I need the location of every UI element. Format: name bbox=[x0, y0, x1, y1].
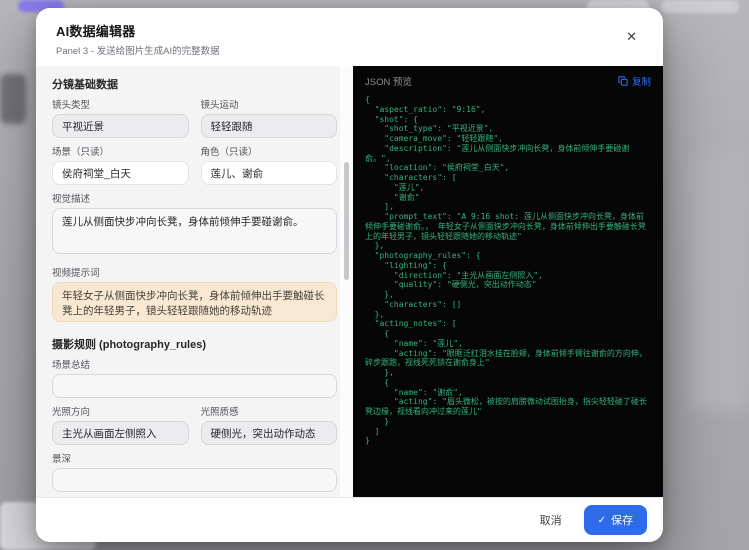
dialog-header: AI数据编辑器 Panel 3 - 发送给图片生成AI的完整数据 ✕ bbox=[36, 8, 663, 66]
camera-move-input[interactable] bbox=[201, 114, 338, 138]
visual-description-textarea[interactable]: 莲儿从侧面快步冲向长凳，身体前倾伸手要碰谢俞。 bbox=[52, 208, 337, 254]
save-button[interactable]: ✓ 保存 bbox=[584, 505, 647, 535]
dialog-footer: 取消 ✓ 保存 bbox=[36, 497, 663, 542]
scene-readonly-input bbox=[52, 161, 189, 185]
copy-json-button[interactable]: 复制 bbox=[618, 74, 651, 88]
light-quality-input[interactable] bbox=[201, 421, 338, 445]
scene-label: 场景（只读） bbox=[52, 147, 189, 158]
depth-of-field-input[interactable] bbox=[52, 468, 337, 492]
json-preview-title: JSON 预览 bbox=[365, 74, 412, 88]
json-preview-content: { "aspect_ratio": "9:16", "shot": { "sho… bbox=[365, 95, 651, 446]
scene-summary-input[interactable] bbox=[52, 374, 337, 398]
depth-of-field-label: 景深 bbox=[52, 454, 337, 465]
backdrop-blurred-toolbar bbox=[661, 0, 739, 13]
close-button[interactable]: ✕ bbox=[622, 26, 641, 47]
light-direction-input[interactable] bbox=[52, 421, 189, 445]
storyboard-form-panel: 分镜基础数据 镜头类型 镜头运动 场景（只读） 角色（只读） bbox=[36, 66, 353, 497]
backdrop-blurred-block bbox=[691, 150, 749, 410]
check-icon: ✓ bbox=[598, 515, 606, 526]
close-icon: ✕ bbox=[626, 29, 637, 44]
characters-label: 角色（只读） bbox=[201, 147, 338, 158]
copy-icon bbox=[618, 76, 628, 86]
scene-summary-label: 场景总结 bbox=[52, 360, 337, 371]
ai-data-editor-dialog: AI数据编辑器 Panel 3 - 发送给图片生成AI的完整数据 ✕ 分镜基础数… bbox=[36, 8, 663, 542]
shot-type-input[interactable] bbox=[52, 114, 189, 138]
copy-button-label: 复制 bbox=[632, 74, 651, 88]
visual-description-label: 视觉描述 bbox=[52, 194, 337, 205]
cancel-button[interactable]: 取消 bbox=[526, 505, 576, 535]
form-scrollbar-track bbox=[340, 66, 353, 497]
form-scrollbar-thumb[interactable] bbox=[344, 162, 349, 280]
camera-move-label: 镜头运动 bbox=[201, 100, 338, 111]
video-prompt-label: 视频提示词 bbox=[52, 268, 337, 279]
section-basic-data: 分镜基础数据 bbox=[52, 76, 337, 92]
section-photography-rules: 摄影规则 (photography_rules) bbox=[52, 336, 337, 352]
dialog-body: 分镜基础数据 镜头类型 镜头运动 场景（只读） 角色（只读） bbox=[36, 66, 663, 497]
backdrop-blurred-block bbox=[0, 74, 26, 124]
save-button-label: 保存 bbox=[611, 512, 633, 528]
light-direction-label: 光照方向 bbox=[52, 407, 189, 418]
shot-type-label: 镜头类型 bbox=[52, 100, 189, 111]
video-prompt-textarea[interactable]: 年轻女子从侧面快步冲向长凳，身体前倾伸出手要触碰长凳上的年轻男子，镜头轻轻跟随她… bbox=[52, 282, 337, 322]
light-quality-label: 光照质感 bbox=[201, 407, 338, 418]
characters-readonly-input bbox=[201, 161, 338, 185]
json-preview-panel: JSON 预览 复制 { "aspect_ratio": "9:16", "sh… bbox=[353, 66, 663, 497]
dialog-title: AI数据编辑器 bbox=[56, 21, 643, 40]
dialog-subtitle: Panel 3 - 发送给图片生成AI的完整数据 bbox=[56, 43, 643, 57]
